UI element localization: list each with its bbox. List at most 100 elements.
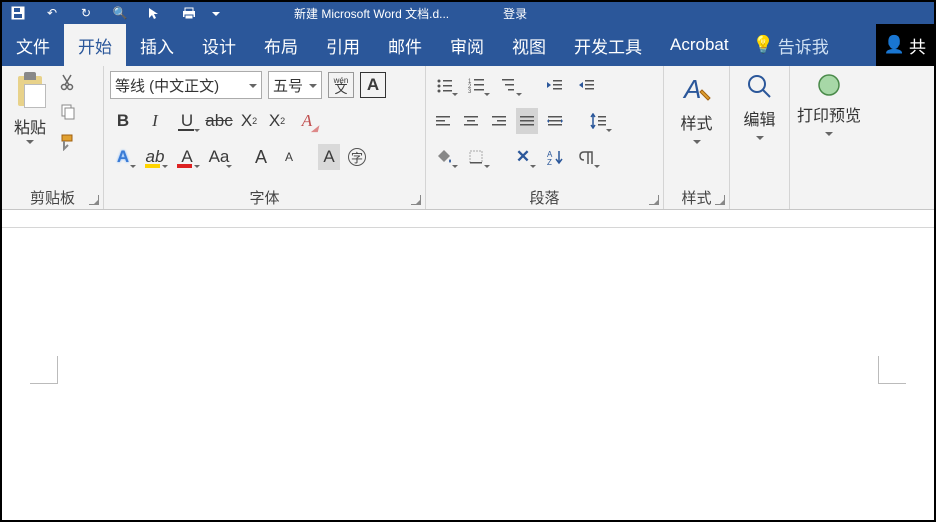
line-spacing-button[interactable] xyxy=(586,108,612,134)
svg-text:Z: Z xyxy=(547,158,552,165)
person-icon: 👤 xyxy=(884,35,905,55)
group-editing: 编辑 xyxy=(730,66,790,209)
paste-button[interactable]: 粘贴 xyxy=(8,70,52,187)
margin-corner-tr xyxy=(878,356,906,384)
increase-indent-button[interactable] xyxy=(574,72,600,98)
font-group-label: 字体 xyxy=(104,187,425,209)
cursor-icon[interactable] xyxy=(144,3,164,23)
share-button[interactable]: 👤 共 xyxy=(876,24,934,66)
grow-font-button[interactable]: A xyxy=(250,144,272,170)
bullets-button[interactable] xyxy=(432,72,458,98)
lightbulb-icon: 💡 xyxy=(753,35,774,55)
superscript-button[interactable]: X2 xyxy=(266,108,288,134)
numbering-button[interactable]: 123 xyxy=(464,72,490,98)
paste-label: 粘贴 xyxy=(14,114,46,138)
chevron-down-icon xyxy=(756,136,764,140)
text-effects-button[interactable]: A xyxy=(110,144,136,170)
asian-layout-button[interactable]: ✕ xyxy=(510,144,536,170)
bold-button[interactable]: B xyxy=(110,108,136,134)
paragraph-group-label: 段落 xyxy=(426,187,663,209)
paragraph-launcher-icon[interactable] xyxy=(649,195,659,205)
format-painter-icon[interactable] xyxy=(58,132,78,152)
save-icon[interactable] xyxy=(8,3,28,23)
tab-references[interactable]: 引用 xyxy=(312,24,374,66)
tab-review[interactable]: 审阅 xyxy=(436,24,498,66)
styles-launcher-icon[interactable] xyxy=(715,195,725,205)
tab-file[interactable]: 文件 xyxy=(2,24,64,66)
clipboard-group-label: 剪贴板 xyxy=(2,187,103,209)
chevron-down-icon xyxy=(825,132,833,136)
character-border-button[interactable]: A xyxy=(360,72,386,98)
tab-acrobat[interactable]: Acrobat xyxy=(656,24,743,66)
align-center-button[interactable] xyxy=(460,108,482,134)
font-color-button[interactable]: A xyxy=(174,144,200,170)
highlight-button[interactable]: ab xyxy=(142,144,168,170)
print-preview-button[interactable]: 打印预览 xyxy=(796,70,862,187)
decrease-indent-button[interactable] xyxy=(542,72,568,98)
clipboard-launcher-icon[interactable] xyxy=(89,195,99,205)
tell-me-label: 告诉我 xyxy=(778,33,829,58)
share-label: 共 xyxy=(909,33,926,58)
quick-print-icon[interactable] xyxy=(178,3,198,23)
title-bar: ↶ ↻ 🔍 新建 Microsoft Word 文档.d... 登录 xyxy=(2,2,934,24)
tell-me[interactable]: 💡 告诉我 xyxy=(743,24,839,66)
group-print-preview: 打印预览 xyxy=(790,66,868,209)
align-left-button[interactable] xyxy=(432,108,454,134)
phonetic-guide-button[interactable]: wén 文 xyxy=(328,72,354,98)
strikethrough-button[interactable]: abc xyxy=(206,108,232,134)
multilevel-list-button[interactable] xyxy=(496,72,522,98)
cut-icon[interactable] xyxy=(58,72,78,92)
document-area[interactable] xyxy=(2,210,934,520)
underline-button[interactable]: U xyxy=(174,108,200,134)
copy-icon[interactable] xyxy=(58,102,78,122)
tab-design[interactable]: 设计 xyxy=(188,24,250,66)
styles-group-label: 样式 xyxy=(664,187,729,209)
qat-more-icon[interactable] xyxy=(212,12,220,16)
quick-access-toolbar: ↶ ↻ 🔍 xyxy=(8,3,220,23)
chevron-down-icon xyxy=(249,84,257,88)
justify-button[interactable] xyxy=(516,108,538,134)
group-font: 等线 (中文正文) 五号 wén 文 A B I xyxy=(104,66,426,209)
ribbon: 粘贴 剪贴板 等线 (中文正文) xyxy=(2,66,934,210)
enclose-characters-button[interactable]: 字 xyxy=(346,144,368,170)
sort-button[interactable]: AZ xyxy=(542,144,568,170)
italic-button[interactable]: I xyxy=(142,108,168,134)
styles-button[interactable]: A 样式 xyxy=(670,70,723,187)
print-preview-qat-icon[interactable]: 🔍 xyxy=(110,3,130,23)
show-marks-button[interactable] xyxy=(574,144,600,170)
find-icon xyxy=(745,72,775,102)
shrink-font-button[interactable]: A xyxy=(278,144,300,170)
align-right-button[interactable] xyxy=(488,108,510,134)
print-preview-label: 打印预览 xyxy=(797,102,861,126)
font-name-value: 等线 (中文正文) xyxy=(115,75,219,96)
font-size-combo[interactable]: 五号 xyxy=(268,71,322,99)
svg-text:3: 3 xyxy=(468,89,472,93)
login-link[interactable]: 登录 xyxy=(503,5,527,22)
clear-formatting-button[interactable]: A◢ xyxy=(294,108,320,134)
page[interactable] xyxy=(2,228,934,520)
editing-button[interactable]: 编辑 xyxy=(736,70,783,187)
font-name-combo[interactable]: 等线 (中文正文) xyxy=(110,71,262,99)
tab-developer[interactable]: 开发工具 xyxy=(560,24,656,66)
font-launcher-icon[interactable] xyxy=(411,195,421,205)
redo-icon[interactable]: ↻ xyxy=(76,3,96,23)
ribbon-tabs: 文件 开始 插入 设计 布局 引用 邮件 审阅 视图 开发工具 Acrobat … xyxy=(2,24,934,66)
group-styles: A 样式 样式 xyxy=(664,66,730,209)
styles-label: 样式 xyxy=(680,110,712,134)
tab-mailings[interactable]: 邮件 xyxy=(374,24,436,66)
subscript-button[interactable]: X2 xyxy=(238,108,260,134)
print-preview-icon xyxy=(816,72,842,98)
tab-layout[interactable]: 布局 xyxy=(250,24,312,66)
tab-view[interactable]: 视图 xyxy=(498,24,560,66)
change-case-button[interactable]: Aa xyxy=(206,144,232,170)
tab-insert[interactable]: 插入 xyxy=(126,24,188,66)
svg-text:A: A xyxy=(682,74,701,104)
borders-button[interactable] xyxy=(464,144,490,170)
tab-home[interactable]: 开始 xyxy=(64,24,126,66)
group-clipboard: 粘贴 剪贴板 xyxy=(2,66,104,209)
undo-icon[interactable]: ↶ xyxy=(42,3,62,23)
shading-button[interactable] xyxy=(432,144,458,170)
character-shading-button[interactable]: A xyxy=(318,144,340,170)
distributed-button[interactable] xyxy=(544,108,566,134)
styles-icon: A xyxy=(680,72,714,106)
